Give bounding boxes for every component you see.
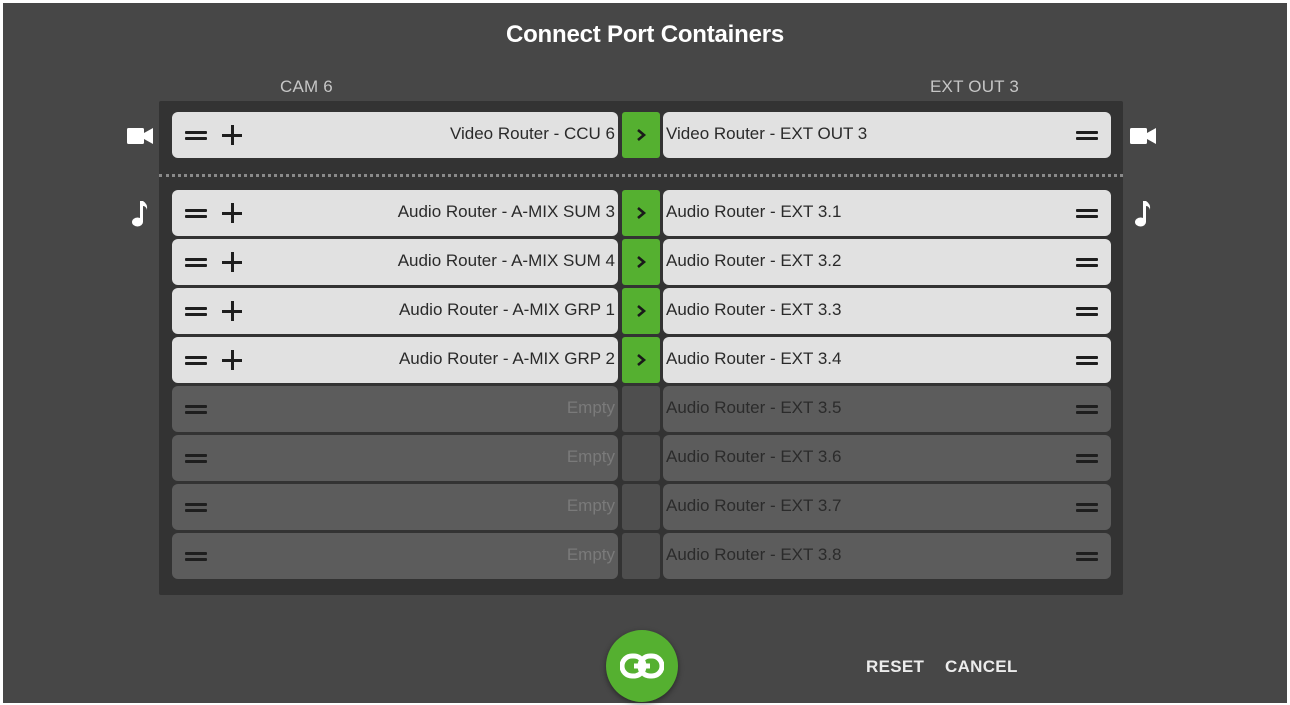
source-port-slot[interactable]: Video Router - CCU 6 xyxy=(172,112,618,158)
plus-icon[interactable] xyxy=(222,301,242,321)
plus-icon[interactable] xyxy=(222,252,242,272)
source-port-label: Empty xyxy=(566,545,615,564)
chevron-right-icon xyxy=(637,354,647,366)
drag-handle-icon[interactable] xyxy=(1076,552,1098,561)
connection-indicator[interactable] xyxy=(622,337,660,383)
source-port-slot[interactable]: Empty xyxy=(172,484,618,530)
destination-port-slot[interactable]: Audio Router - EXT 3.7 xyxy=(663,484,1111,530)
chevron-right-icon xyxy=(637,256,647,268)
chevron-right-icon xyxy=(637,207,647,219)
port-connection-panel: Video Router - CCU 6 Video Router - EXT O… xyxy=(159,101,1123,595)
destination-port-label: Audio Router - EXT 3.5 xyxy=(666,398,842,417)
source-port-label: Audio Router - A-MIX GRP 2 xyxy=(398,349,615,368)
music-note-icon xyxy=(132,201,148,227)
source-port-label: Empty xyxy=(566,447,615,466)
drag-handle-icon[interactable] xyxy=(185,131,207,140)
connection-indicator[interactable] xyxy=(622,112,660,158)
link-icon xyxy=(620,653,664,679)
drag-handle-icon[interactable] xyxy=(1076,356,1098,365)
destination-port-slot[interactable]: Audio Router - EXT 3.1 xyxy=(663,190,1111,236)
source-port-slot[interactable]: Audio Router - A-MIX GRP 1 xyxy=(172,288,618,334)
source-port-slot[interactable]: Empty xyxy=(172,435,618,481)
source-port-label: Video Router - CCU 6 xyxy=(449,124,615,143)
destination-port-slot[interactable]: Audio Router - EXT 3.3 xyxy=(663,288,1111,334)
drag-handle-icon[interactable] xyxy=(1076,209,1098,218)
plus-icon[interactable] xyxy=(222,203,242,223)
source-port-slot[interactable]: Audio Router - A-MIX GRP 2 xyxy=(172,337,618,383)
drag-handle-icon[interactable] xyxy=(185,454,207,463)
audio-port-row: Audio Router - A-MIX GRP 1 Audio Router -… xyxy=(172,288,1111,334)
connection-indicator[interactable] xyxy=(622,288,660,334)
group-separator xyxy=(159,174,1123,177)
audio-port-row: Empty Audio Router - EXT 3.8 xyxy=(172,533,1111,579)
destination-column-header: EXT OUT 3 xyxy=(930,77,1020,96)
connection-slot-empty[interactable] xyxy=(622,435,660,481)
destination-port-label: Audio Router - EXT 3.8 xyxy=(666,545,842,564)
destination-port-label: Audio Router - EXT 3.4 xyxy=(666,349,842,368)
source-port-label: Empty xyxy=(566,496,615,515)
connect-port-dialog: Connect Port Containers CAM 6 EXT OUT 3 … xyxy=(3,3,1287,703)
drag-handle-icon[interactable] xyxy=(185,405,207,414)
connect-link-button[interactable] xyxy=(606,630,678,702)
drag-handle-icon[interactable] xyxy=(1076,405,1098,414)
cancel-button[interactable]: CANCEL xyxy=(945,657,1018,677)
source-port-label: Empty xyxy=(566,398,615,417)
drag-handle-icon[interactable] xyxy=(185,356,207,365)
destination-port-slot[interactable]: Audio Router - EXT 3.2 xyxy=(663,239,1111,285)
audio-port-row: Empty Audio Router - EXT 3.7 xyxy=(172,484,1111,530)
connection-slot-empty[interactable] xyxy=(622,533,660,579)
destination-port-label: Audio Router - EXT 3.6 xyxy=(666,447,842,466)
drag-handle-icon[interactable] xyxy=(185,258,207,267)
destination-port-label: Video Router - EXT OUT 3 xyxy=(666,124,868,143)
dialog-title: Connect Port Containers xyxy=(505,21,785,48)
plus-icon[interactable] xyxy=(222,350,242,370)
chevron-right-icon xyxy=(637,129,647,141)
destination-port-slot[interactable]: Audio Router - EXT 3.6 xyxy=(663,435,1111,481)
drag-handle-icon[interactable] xyxy=(1076,131,1098,140)
audio-port-row: Audio Router - A-MIX GRP 2 Audio Router -… xyxy=(172,337,1111,383)
source-port-slot[interactable]: Audio Router - A-MIX SUM 4 xyxy=(172,239,618,285)
audio-port-row: Empty Audio Router - EXT 3.6 xyxy=(172,435,1111,481)
source-port-slot[interactable]: Empty xyxy=(172,533,618,579)
connection-slot-empty[interactable] xyxy=(622,386,660,432)
source-port-slot[interactable]: Audio Router - A-MIX SUM 3 xyxy=(172,190,618,236)
source-port-label: Audio Router - A-MIX SUM 4 xyxy=(397,251,615,270)
source-port-slot[interactable]: Empty xyxy=(172,386,618,432)
video-port-row: Video Router - CCU 6 Video Router - EXT O… xyxy=(172,112,1111,158)
audio-port-row: Audio Router - A-MIX SUM 4 Audio Router -… xyxy=(172,239,1111,285)
video-camera-icon xyxy=(1130,128,1156,144)
destination-port-slot[interactable]: Audio Router - EXT 3.8 xyxy=(663,533,1111,579)
source-port-label: Audio Router - A-MIX SUM 3 xyxy=(397,202,615,221)
connection-slot-empty[interactable] xyxy=(622,484,660,530)
plus-icon[interactable] xyxy=(222,125,242,145)
destination-port-label: Audio Router - EXT 3.2 xyxy=(666,251,842,270)
audio-port-row: Empty Audio Router - EXT 3.5 xyxy=(172,386,1111,432)
drag-handle-icon[interactable] xyxy=(185,209,207,218)
drag-handle-icon[interactable] xyxy=(185,307,207,316)
destination-port-label: Audio Router - EXT 3.1 xyxy=(666,202,842,221)
drag-handle-icon[interactable] xyxy=(185,503,207,512)
destination-port-label: Audio Router - EXT 3.7 xyxy=(666,496,842,515)
destination-port-slot[interactable]: Video Router - EXT OUT 3 xyxy=(663,112,1111,158)
drag-handle-icon[interactable] xyxy=(1076,258,1098,267)
drag-handle-icon[interactable] xyxy=(1076,503,1098,512)
music-note-icon xyxy=(1135,201,1151,227)
drag-handle-icon[interactable] xyxy=(1076,454,1098,463)
audio-port-row: Audio Router - A-MIX SUM 3 Audio Router -… xyxy=(172,190,1111,236)
connection-indicator[interactable] xyxy=(622,190,660,236)
destination-port-slot[interactable]: Audio Router - EXT 3.5 xyxy=(663,386,1111,432)
drag-handle-icon[interactable] xyxy=(185,552,207,561)
source-column-header: CAM 6 xyxy=(280,77,333,96)
reset-button[interactable]: RESET xyxy=(866,657,924,677)
destination-port-label: Audio Router - EXT 3.3 xyxy=(666,300,842,319)
destination-port-slot[interactable]: Audio Router - EXT 3.4 xyxy=(663,337,1111,383)
connection-indicator[interactable] xyxy=(622,239,660,285)
chevron-right-icon xyxy=(637,305,647,317)
drag-handle-icon[interactable] xyxy=(1076,307,1098,316)
source-port-label: Audio Router - A-MIX GRP 1 xyxy=(398,300,615,319)
video-camera-icon xyxy=(127,128,153,144)
